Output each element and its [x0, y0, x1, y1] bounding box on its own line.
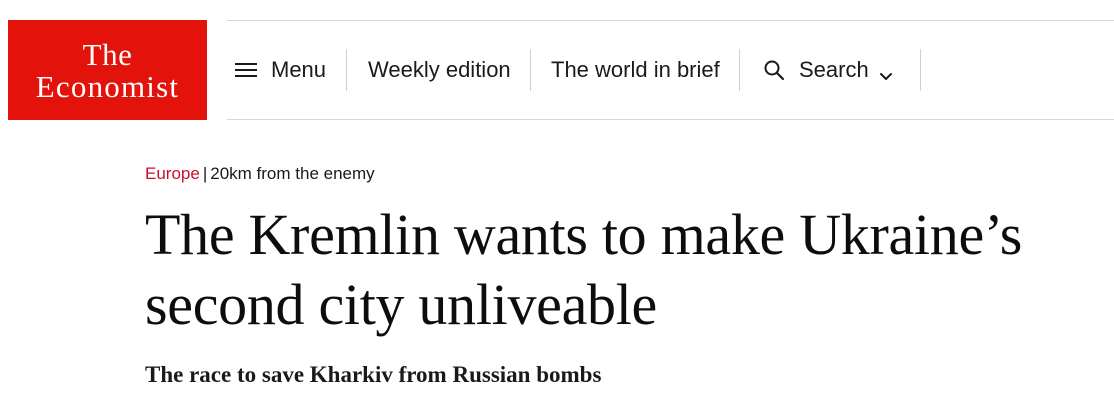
search-label: Search [799, 57, 869, 82]
menu-button[interactable]: Menu [235, 49, 326, 91]
section-link[interactable]: Europe [145, 164, 200, 183]
article-headline: The Kremlin wants to make Ukraine’s seco… [145, 202, 1022, 337]
article-rubric: Europe | 20km from the enemy [145, 160, 1105, 188]
nav-divider [739, 49, 740, 91]
site-header: The Economist Menu Weekly edition The wo… [0, 0, 1114, 122]
nav-divider [920, 49, 921, 91]
article-subheadline: The race to save Kharkiv from Russian bo… [145, 362, 602, 387]
logo-line-the: The [82, 36, 133, 72]
weekly-edition-link[interactable]: Weekly edition [368, 49, 511, 91]
nav-divider [346, 49, 347, 91]
world-in-brief-link[interactable]: The world in brief [551, 49, 720, 91]
main-navigation: Menu Weekly edition The world in brief S… [227, 20, 1114, 120]
nav-divider [530, 49, 531, 91]
fly-title: 20km from the enemy [210, 164, 375, 183]
article-header: Europe | 20km from the enemy The Kremlin w… [145, 160, 1105, 390]
search-icon [763, 59, 785, 81]
logo-line-economist: Economist [35, 68, 180, 104]
menu-label: Menu [271, 57, 327, 82]
chevron-down-icon [879, 63, 893, 80]
rubric-separator: | [202, 164, 208, 183]
search-button[interactable]: Search [763, 49, 893, 91]
economist-logo[interactable]: The Economist [8, 20, 207, 120]
hamburger-icon [235, 62, 257, 78]
